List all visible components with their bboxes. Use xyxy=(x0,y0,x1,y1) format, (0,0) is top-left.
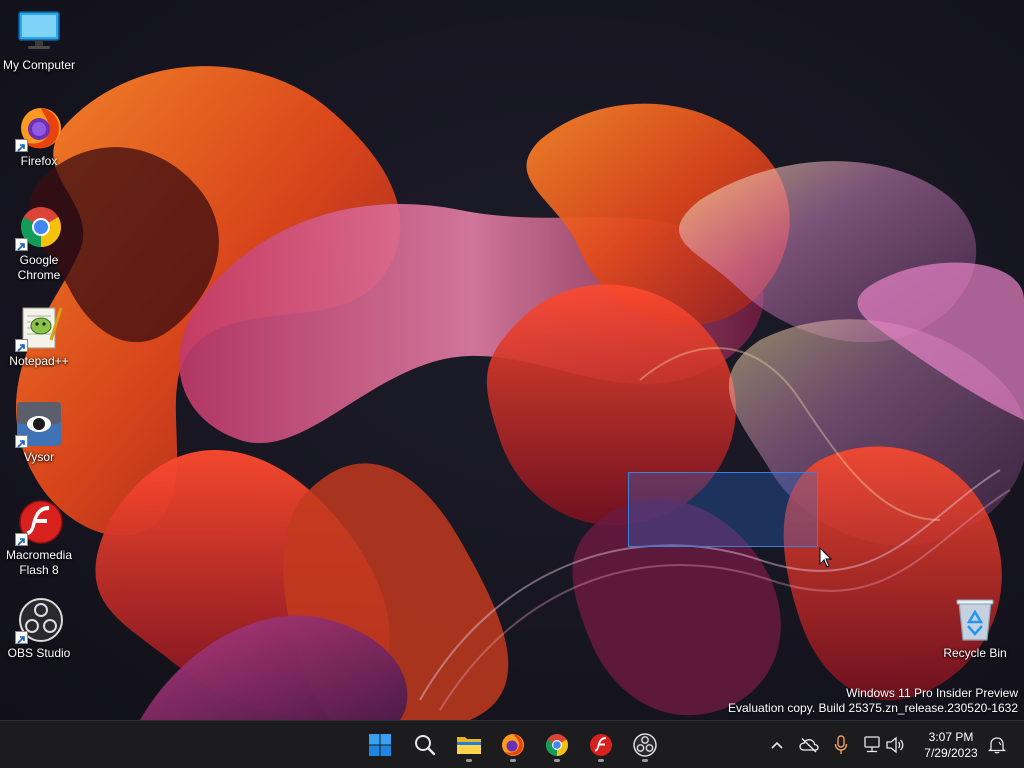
desktop-icon-label: OBS Studio xyxy=(7,646,71,660)
vysor-icon xyxy=(15,400,63,448)
running-indicator xyxy=(598,759,604,762)
cloud-offline-icon xyxy=(799,737,819,753)
watermark-edition: Windows 11 Pro Insider Preview xyxy=(846,686,1018,700)
notification-bell-icon xyxy=(988,737,1006,754)
notepad-plus-plus-icon xyxy=(15,304,63,352)
desktop-icon-vysor[interactable]: Vysor xyxy=(0,400,78,465)
running-indicator xyxy=(642,759,648,762)
desktop-icon-label: My Computer xyxy=(2,58,76,72)
taskbar-flash-button[interactable] xyxy=(581,727,621,763)
tray-microphone[interactable] xyxy=(831,735,851,755)
network-icon xyxy=(864,736,880,753)
desktop-icon-label: Recycle Bin xyxy=(943,646,1007,660)
taskbar-search-button[interactable] xyxy=(405,727,445,763)
running-indicator xyxy=(510,759,516,762)
chrome-icon xyxy=(15,203,63,251)
tray-onedrive[interactable] xyxy=(799,735,819,755)
mouse-cursor-icon xyxy=(819,547,833,568)
flash-icon xyxy=(590,734,612,756)
folder-icon xyxy=(457,737,481,754)
shortcut-arrow-icon xyxy=(15,631,28,644)
desktop-icon-notepad-plus-plus[interactable]: Notepad++ xyxy=(0,304,78,369)
taskbar: 3:07 PM 7/29/2023 xyxy=(0,720,1024,768)
watermark-build: Evaluation copy. Build 25375.zn_release.… xyxy=(728,701,1018,715)
shortcut-arrow-icon xyxy=(15,435,28,448)
chevron-up-icon xyxy=(771,741,783,749)
microphone-icon xyxy=(834,735,848,754)
windows-start-icon xyxy=(369,734,391,756)
tray-show-hidden-icons[interactable] xyxy=(767,735,787,755)
shortcut-arrow-icon xyxy=(15,339,28,352)
desktop-icon-label: Notepad++ xyxy=(9,354,69,368)
tray-notifications[interactable] xyxy=(987,735,1007,755)
desktop-icon-google-chrome[interactable]: Google Chrome xyxy=(0,203,78,283)
taskbar-obs-button[interactable] xyxy=(625,727,665,763)
desktop-icon-my-computer[interactable]: My Computer xyxy=(0,8,78,73)
tray-volume[interactable] xyxy=(885,735,905,755)
clock-date: 7/29/2023 xyxy=(924,746,978,760)
shortcut-arrow-icon xyxy=(15,238,28,251)
speaker-icon xyxy=(886,736,904,754)
wallpaper xyxy=(15,66,1024,720)
recycle-bin-icon xyxy=(951,596,999,644)
desktop-icon-label: Google Chrome xyxy=(17,253,61,282)
tray-network[interactable] xyxy=(862,735,882,755)
taskbar-clock[interactable]: 3:07 PM 7/29/2023 xyxy=(916,729,986,761)
desktop-icon-label: Firefox xyxy=(20,154,58,168)
running-indicator xyxy=(554,759,560,762)
desktop[interactable]: My Computer Firefox Google Chrome Notepa… xyxy=(0,0,1024,720)
shortcut-arrow-icon xyxy=(15,533,28,546)
taskbar-firefox-button[interactable] xyxy=(493,727,533,763)
search-icon xyxy=(415,735,436,756)
taskbar-chrome-button[interactable] xyxy=(537,727,577,763)
desktop-icon-macromedia-flash[interactable]: Macromedia Flash 8 xyxy=(0,498,78,578)
desktop-icon-label: Macromedia Flash 8 xyxy=(5,548,73,577)
obs-icon xyxy=(15,596,63,644)
clock-time: 3:07 PM xyxy=(928,730,974,744)
selection-rectangle xyxy=(628,472,818,547)
desktop-icon-firefox[interactable]: Firefox xyxy=(0,104,78,169)
flash-icon xyxy=(15,498,63,546)
firefox-icon xyxy=(15,104,63,152)
desktop-icon-obs-studio[interactable]: OBS Studio xyxy=(0,596,78,661)
chrome-icon xyxy=(546,734,568,756)
obs-icon xyxy=(633,733,657,757)
monitor-icon xyxy=(15,8,63,56)
desktop-icon-label: Vysor xyxy=(23,450,55,464)
running-indicator xyxy=(466,759,472,762)
desktop-icon-recycle-bin[interactable]: Recycle Bin xyxy=(936,596,1014,661)
firefox-icon xyxy=(502,734,524,756)
taskbar-file-explorer-button[interactable] xyxy=(449,727,489,763)
shortcut-arrow-icon xyxy=(15,139,28,152)
taskbar-start-button[interactable] xyxy=(360,727,400,763)
windows-watermark: Windows 11 Pro Insider Preview Evaluatio… xyxy=(728,686,1018,716)
